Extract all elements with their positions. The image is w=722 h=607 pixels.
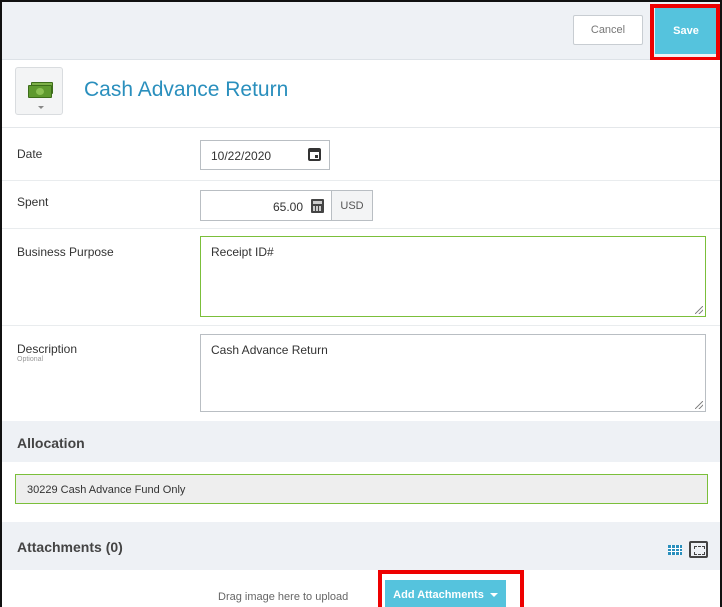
- description-textarea[interactable]: Cash Advance Return: [200, 334, 706, 412]
- add-attachments-button[interactable]: Add Attachments: [385, 580, 506, 607]
- allocation-value: 30229 Cash Advance Fund Only: [27, 484, 186, 496]
- date-label: Date: [17, 147, 43, 161]
- description-optional-label: Optional: [17, 356, 44, 363]
- business-purpose-label: Business Purpose: [17, 245, 114, 259]
- allocation-section-header: Allocation: [2, 421, 720, 462]
- attachments-count: (0): [105, 539, 123, 555]
- description-label: Description: [17, 342, 78, 356]
- allocation-field[interactable]: 30229 Cash Advance Fund Only: [15, 474, 708, 504]
- expand-view-icon[interactable]: [689, 541, 708, 558]
- resize-handle-icon[interactable]: [695, 306, 703, 314]
- attachments-title: Attachments (0): [17, 539, 123, 555]
- cancel-button[interactable]: Cancel: [573, 15, 643, 45]
- calculator-icon[interactable]: [311, 199, 324, 213]
- divider: [2, 180, 720, 181]
- business-purpose-value: Receipt ID#: [211, 245, 274, 259]
- attachments-section-header: Attachments (0): [2, 522, 720, 570]
- chevron-down-icon: [38, 106, 44, 109]
- grid-view-icon[interactable]: [668, 545, 682, 555]
- title-bar: Cash Advance Return: [2, 60, 720, 128]
- page-title: Cash Advance Return: [84, 78, 289, 101]
- divider: [2, 325, 720, 326]
- spent-label: Spent: [17, 195, 49, 209]
- money-icon-front: [28, 85, 52, 98]
- spent-value: 65.00: [272, 200, 303, 214]
- add-attachments-label: Add Attachments: [393, 589, 484, 601]
- attachments-title-text: Attachments: [17, 539, 102, 555]
- divider: [2, 228, 720, 229]
- resize-handle-icon[interactable]: [695, 401, 703, 409]
- spent-input[interactable]: 65.00: [200, 190, 332, 221]
- save-button[interactable]: Save: [655, 7, 717, 54]
- drag-upload-hint: Drag image here to upload: [218, 591, 349, 603]
- allocation-title: Allocation: [17, 435, 85, 451]
- currency-code: USD: [331, 190, 373, 221]
- calendar-icon[interactable]: [308, 148, 321, 161]
- business-purpose-textarea[interactable]: Receipt ID#: [200, 236, 706, 317]
- chevron-down-icon: [489, 593, 498, 597]
- description-value: Cash Advance Return: [211, 343, 328, 357]
- expense-type-selector[interactable]: [15, 67, 63, 115]
- date-value: 10/22/2020: [211, 149, 272, 163]
- date-input[interactable]: 10/22/2020: [200, 140, 330, 170]
